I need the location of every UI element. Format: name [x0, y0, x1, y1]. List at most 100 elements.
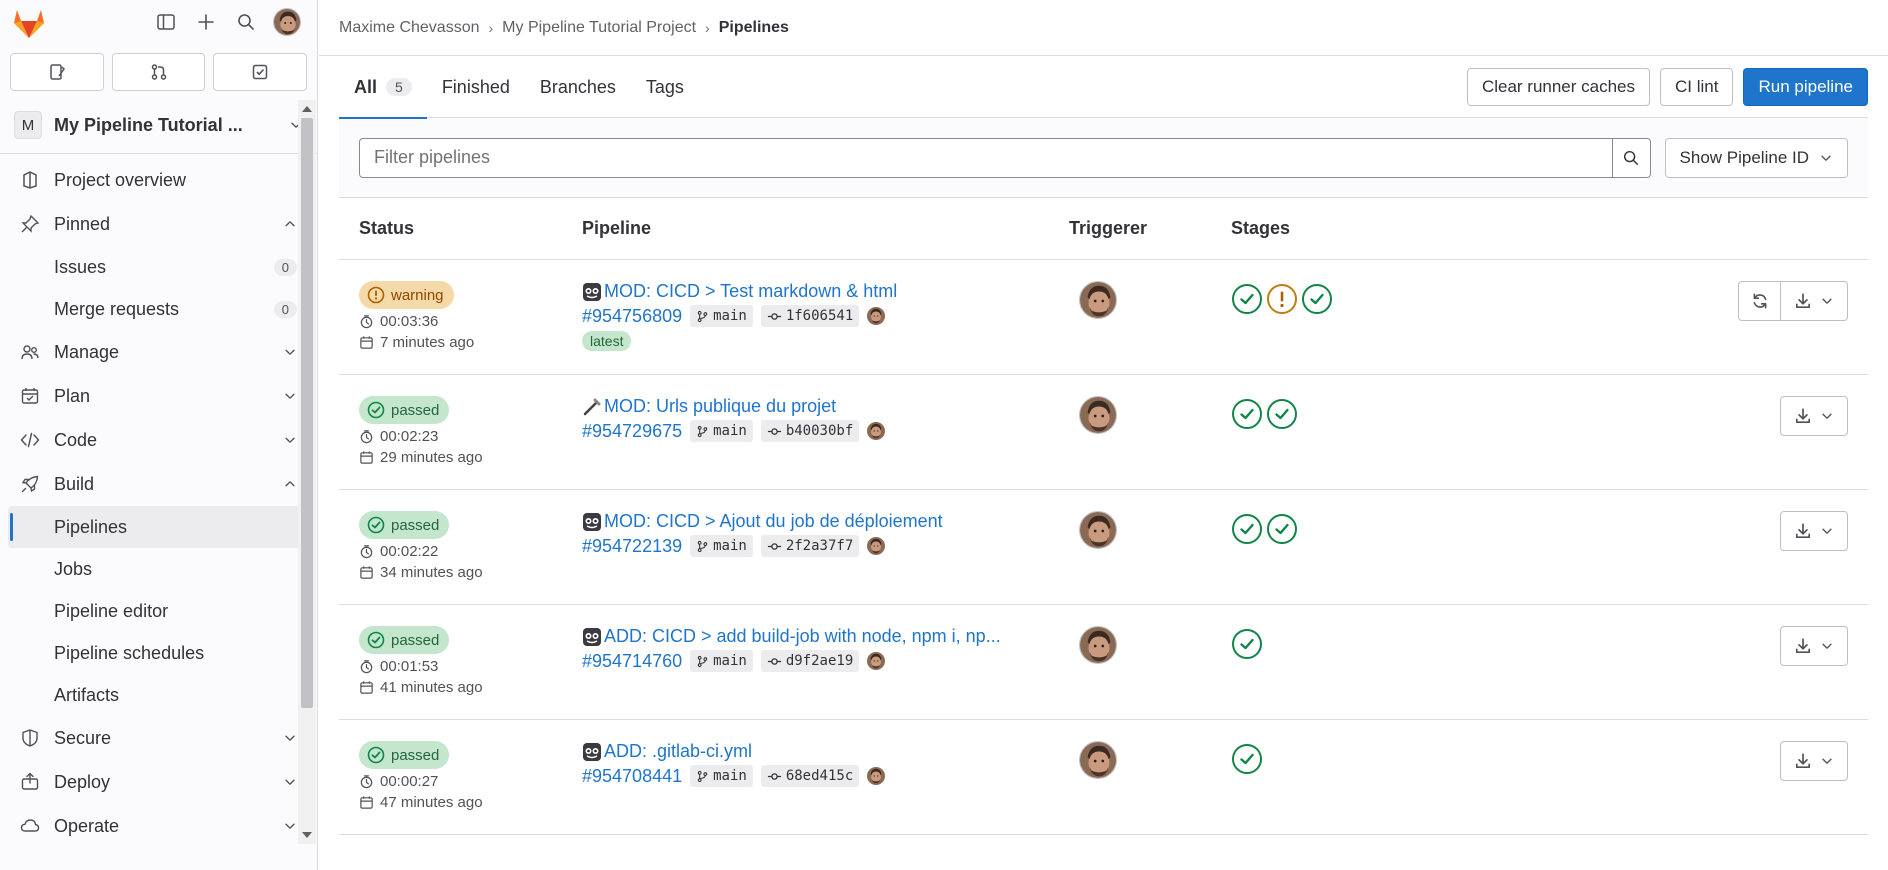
- search-button[interactable]: [1611, 138, 1650, 177]
- artifacts-download-button[interactable]: [1780, 396, 1848, 436]
- status-badge[interactable]: warning: [359, 281, 454, 309]
- commit-title-link[interactable]: MOD: CICD > Ajout du job de déploiement: [582, 511, 1069, 532]
- sidebar-item-pinned[interactable]: Pinned: [0, 202, 317, 246]
- stage-success-icon[interactable]: [1301, 283, 1333, 315]
- sidebar-item-artifacts[interactable]: Artifacts: [0, 674, 317, 716]
- branch-chip[interactable]: main: [690, 765, 753, 787]
- todo-shortcut-button[interactable]: [213, 53, 308, 91]
- merge-requests-shortcut-button[interactable]: [111, 53, 206, 91]
- sidebar-item-secure[interactable]: Secure: [0, 716, 317, 760]
- triggerer-avatar[interactable]: [1079, 396, 1117, 434]
- stage-warning-icon[interactable]: [1266, 283, 1298, 315]
- triggerer-avatar[interactable]: [1079, 741, 1117, 779]
- status-badge[interactable]: passed: [359, 626, 450, 654]
- sidebar-item-plan[interactable]: Plan: [0, 374, 317, 418]
- commit-title: MOD: CICD > Test markdown & html: [604, 281, 898, 301]
- commit-sha-chip[interactable]: b40030bf: [760, 420, 860, 442]
- triggerer-avatar[interactable]: [1079, 626, 1117, 664]
- triggerer-avatar[interactable]: [1079, 281, 1117, 319]
- status-badge[interactable]: passed: [359, 396, 450, 424]
- search-icon[interactable]: [233, 9, 259, 35]
- sidebar-item-jobs[interactable]: Jobs: [0, 548, 317, 590]
- sidebar-item-code[interactable]: Code: [0, 418, 317, 462]
- status-badge[interactable]: passed: [359, 741, 450, 769]
- gitlab-logo-icon[interactable]: [10, 4, 48, 40]
- artifacts-download-button[interactable]: [1780, 626, 1848, 666]
- commit-title-link[interactable]: ADD: CICD > add build-job with node, npm…: [582, 626, 1069, 647]
- sidebar-item-issues[interactable]: Issues 0: [0, 246, 317, 288]
- tab-tags[interactable]: Tags: [631, 56, 699, 118]
- commit-author-avatar[interactable]: [867, 652, 885, 670]
- commit-sha-chip[interactable]: 2f2a37f7: [760, 535, 860, 557]
- tanuki-emoji-icon: [582, 627, 602, 647]
- branch-chip[interactable]: main: [690, 650, 753, 672]
- commit-title-link[interactable]: MOD: CICD > Test markdown & html: [582, 281, 1069, 302]
- commit-author-avatar[interactable]: [867, 307, 885, 325]
- artifacts-download-button[interactable]: [1780, 511, 1848, 551]
- artifacts-download-button[interactable]: [1780, 281, 1848, 321]
- plus-icon[interactable]: [193, 9, 219, 35]
- commit-title-link[interactable]: ADD: .gitlab-ci.yml: [582, 741, 1069, 762]
- pipeline-id-link[interactable]: #954708441: [582, 766, 682, 787]
- sidebar-item-manage[interactable]: Manage: [0, 330, 317, 374]
- stage-success-icon[interactable]: [1266, 513, 1298, 545]
- sidebar-item-label: Merge requests: [54, 298, 180, 319]
- duration: 00:02:23: [359, 428, 582, 445]
- status-badge[interactable]: passed: [359, 511, 450, 539]
- branch-chip[interactable]: main: [690, 535, 753, 557]
- pipeline-id-link[interactable]: #954714760: [582, 651, 682, 672]
- retry-button[interactable]: [1738, 281, 1780, 321]
- sidebar-item-project-overview[interactable]: Project overview: [0, 158, 317, 202]
- scrollbar-thumb[interactable]: [301, 118, 313, 708]
- sidebar-toggle-icon[interactable]: [153, 9, 179, 35]
- commit-sha-chip[interactable]: 1f606541: [760, 305, 860, 327]
- chevron-down-icon: [283, 819, 297, 833]
- breadcrumb-user[interactable]: Maxime Chevasson: [339, 19, 480, 37]
- commit-author-avatar[interactable]: [867, 767, 885, 785]
- scroll-up-arrow[interactable]: [302, 106, 312, 112]
- run-pipeline-button[interactable]: Run pipeline: [1743, 68, 1868, 106]
- ci-lint-button[interactable]: CI lint: [1660, 68, 1734, 106]
- tab-finished[interactable]: Finished: [427, 56, 525, 118]
- sidebar-item-operate[interactable]: Operate: [0, 804, 317, 848]
- sidebar-scrollbar[interactable]: [298, 100, 316, 844]
- tab-branches[interactable]: Branches: [525, 56, 631, 118]
- commit-author-avatar[interactable]: [867, 422, 885, 440]
- stage-success-icon[interactable]: [1231, 743, 1263, 775]
- breadcrumb-project[interactable]: My Pipeline Tutorial Project: [502, 19, 696, 37]
- latest-badge: latest: [582, 331, 632, 351]
- stage-success-icon[interactable]: [1231, 513, 1263, 545]
- breadcrumb-current[interactable]: Pipelines: [719, 19, 789, 37]
- user-avatar[interactable]: [273, 8, 301, 36]
- commit-title-link[interactable]: MOD: Urls publique du projet: [582, 396, 1069, 417]
- sidebar-item-merge-requests[interactable]: Merge requests 0: [0, 288, 317, 330]
- commit-author-avatar[interactable]: [867, 537, 885, 555]
- branch-chip[interactable]: main: [690, 420, 753, 442]
- pipeline-id-link[interactable]: #954756809: [582, 306, 682, 327]
- chevron-down-icon: [1820, 409, 1834, 423]
- stage-success-icon[interactable]: [1231, 628, 1263, 660]
- scroll-down-arrow[interactable]: [302, 832, 312, 838]
- branch-chip[interactable]: main: [690, 305, 753, 327]
- calendar-icon: [359, 680, 374, 695]
- sidebar-item-deploy[interactable]: Deploy: [0, 760, 317, 804]
- sidebar-item-build[interactable]: Build: [0, 462, 317, 506]
- pipeline-id-link[interactable]: #954722139: [582, 536, 682, 557]
- sidebar-item-pipelines[interactable]: Pipelines: [8, 506, 309, 548]
- tab-all[interactable]: All 5: [339, 56, 427, 119]
- clear-runner-caches-button[interactable]: Clear runner caches: [1466, 68, 1651, 106]
- sidebar-item-pipeline-editor[interactable]: Pipeline editor: [0, 590, 317, 632]
- commit-sha-chip[interactable]: 68ed415c: [760, 765, 860, 787]
- triggerer-avatar[interactable]: [1079, 511, 1117, 549]
- stage-success-icon[interactable]: [1231, 398, 1263, 430]
- issues-shortcut-button[interactable]: [10, 53, 104, 91]
- stage-success-icon[interactable]: [1266, 398, 1298, 430]
- filter-pipelines-input[interactable]: [360, 138, 1612, 177]
- commit-sha-chip[interactable]: d9f2ae19: [760, 650, 860, 672]
- project-switcher[interactable]: M My Pipeline Tutorial ...: [0, 103, 317, 147]
- stage-success-icon[interactable]: [1231, 283, 1263, 315]
- sidebar-item-pipeline-schedules[interactable]: Pipeline schedules: [0, 632, 317, 674]
- pipeline-id-link[interactable]: #954729675: [582, 421, 682, 442]
- artifacts-download-button[interactable]: [1780, 741, 1848, 781]
- show-pipeline-id-dropdown[interactable]: Show Pipeline ID: [1664, 137, 1848, 178]
